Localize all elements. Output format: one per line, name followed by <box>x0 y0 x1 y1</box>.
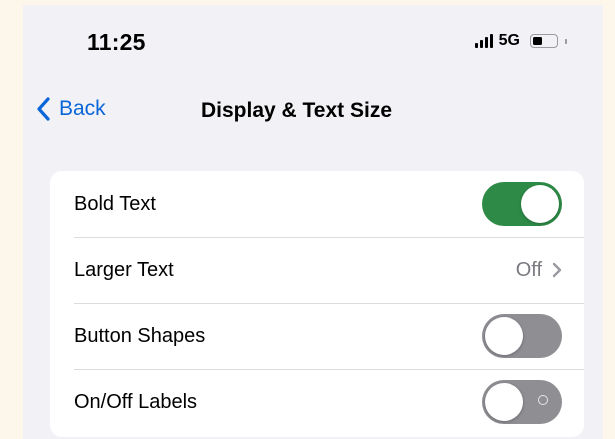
off-label-circle-icon <box>538 395 548 405</box>
button-shapes-toggle[interactable] <box>482 314 562 358</box>
page-title: Display & Text Size <box>201 99 393 122</box>
back-label: Back <box>59 97 106 120</box>
setting-row-bold-text: Bold Text <box>50 171 584 237</box>
bold-text-toggle[interactable] <box>482 182 562 226</box>
toggle-knob <box>521 185 559 223</box>
status-bar: 11:25 5G <box>23 5 603 85</box>
chevron-left-icon <box>37 97 51 121</box>
toggle-knob <box>485 383 523 421</box>
back-button[interactable]: Back <box>37 97 106 121</box>
settings-group: Bold Text Larger Text Off Button Shapes <box>50 171 584 437</box>
setting-row-on-off-labels: On/Off Labels <box>50 369 584 435</box>
setting-row-larger-text[interactable]: Larger Text Off <box>50 237 584 303</box>
battery-level <box>533 37 542 45</box>
network-type: 5G <box>498 32 520 49</box>
battery-nub <box>565 38 567 44</box>
setting-row-button-shapes: Button Shapes <box>50 303 584 369</box>
setting-label: Bold Text <box>74 192 156 215</box>
setting-value: Off <box>515 258 542 281</box>
cellular-signal-icon <box>474 34 493 48</box>
chevron-right-icon <box>552 262 562 278</box>
status-indicators: 5G <box>474 32 567 50</box>
toggle-knob <box>485 317 523 355</box>
larger-text-value[interactable]: Off <box>516 259 562 282</box>
on-off-labels-toggle[interactable] <box>482 380 562 424</box>
navigation-bar: Back Display & Text Size <box>23 91 603 137</box>
setting-label: Larger Text <box>74 258 174 281</box>
phone-screen: 11:25 5G Back Display & Text Size Bold T… <box>23 5 603 439</box>
setting-label: On/Off Labels <box>74 390 198 413</box>
status-time: 11:25 <box>87 29 146 55</box>
battery-icon <box>530 34 558 48</box>
setting-label: Button Shapes <box>74 324 206 347</box>
